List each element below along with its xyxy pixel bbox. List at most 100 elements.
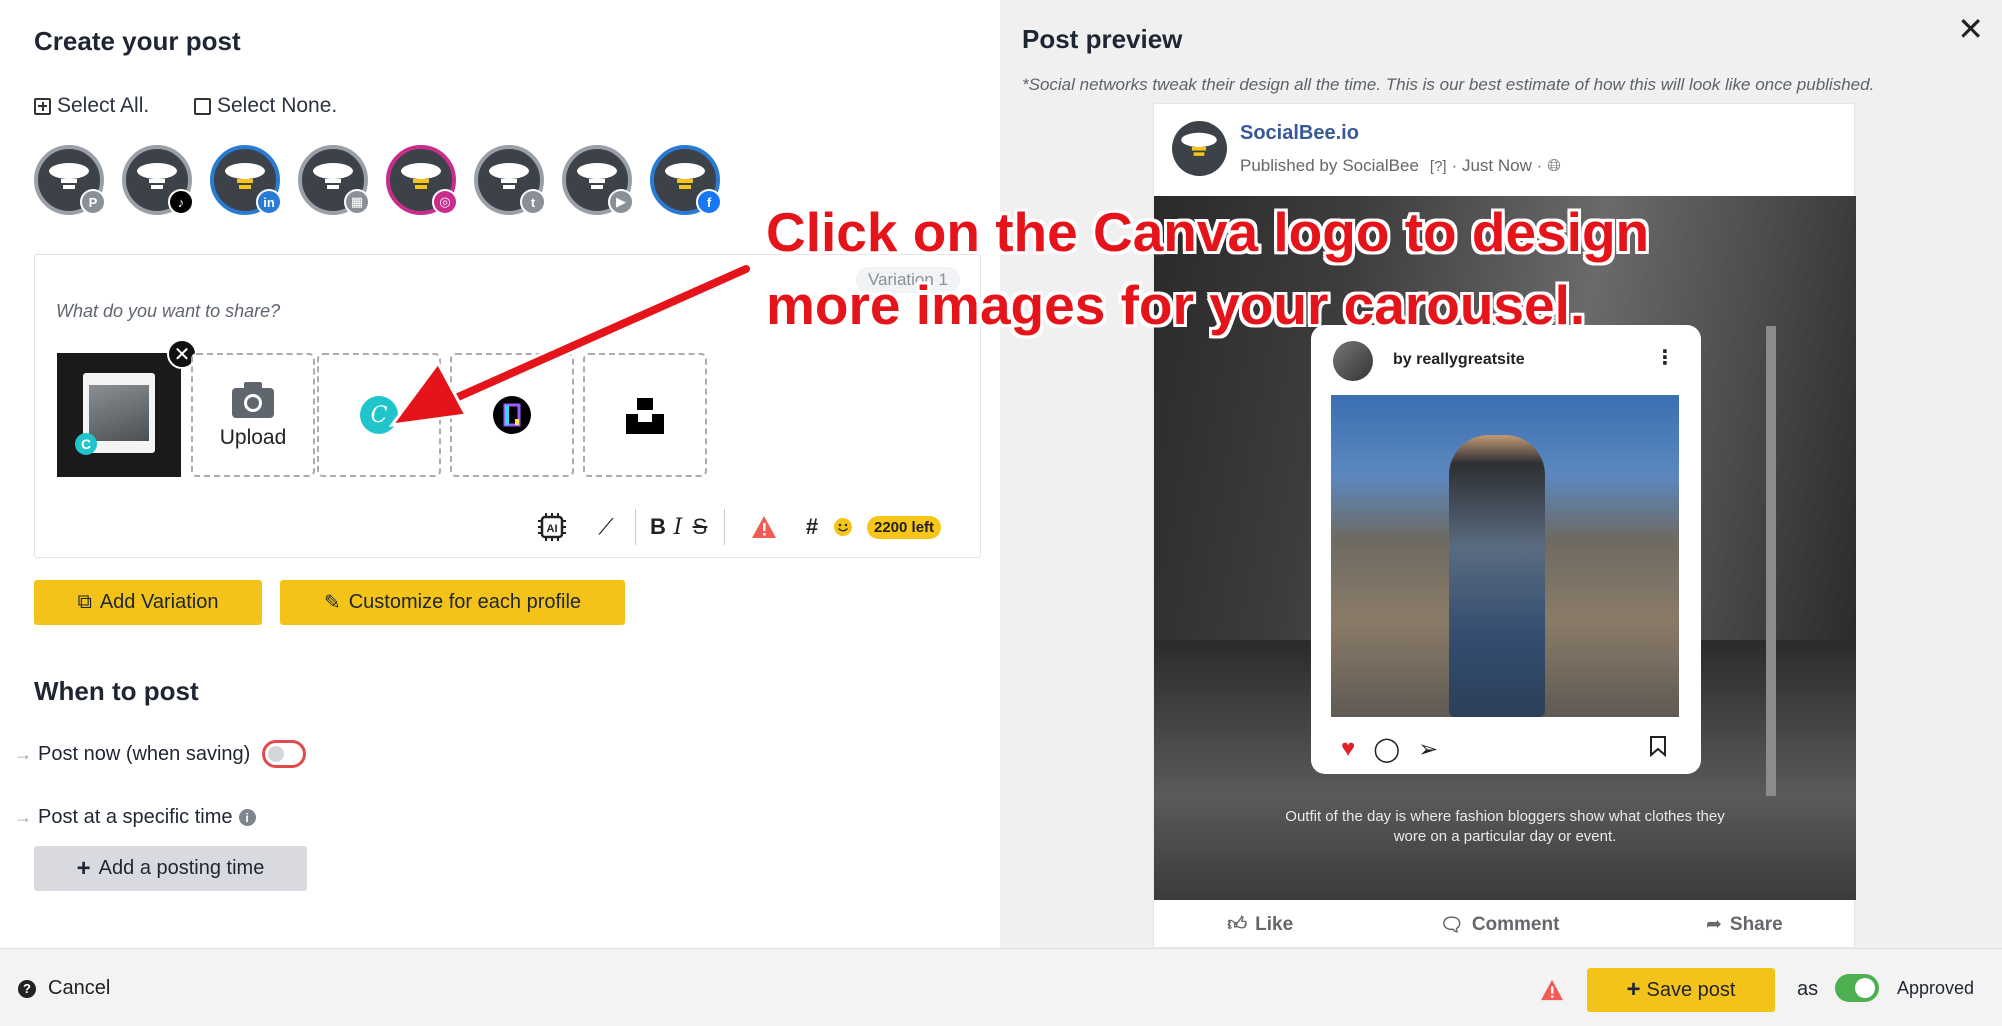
- svg-text:AI: AI: [547, 523, 558, 535]
- profile-tiktok[interactable]: ♪: [122, 145, 194, 215]
- profile-instagram[interactable]: ◎: [386, 145, 458, 215]
- profile-linkedin[interactable]: in: [210, 145, 282, 215]
- arrow-right-icon: →: [14, 743, 32, 764]
- thumbnail-photo: [89, 385, 149, 441]
- share-icon: ➦: [1705, 914, 1722, 935]
- profile-twitter[interactable]: t: [474, 145, 546, 215]
- profile-facebook[interactable]: f: [650, 145, 722, 215]
- info-icon[interactable]: i: [238, 809, 256, 826]
- toolbar-divider: [724, 509, 725, 545]
- ig-photo: [1331, 395, 1679, 717]
- post-text-input[interactable]: What do you want to share?: [56, 301, 280, 322]
- profile-google-business[interactable]: ▦: [298, 145, 370, 215]
- arrow-right-icon: →: [14, 807, 32, 827]
- customize-label: Customize for each profile: [348, 591, 582, 613]
- post-now-toggle[interactable]: [262, 740, 307, 768]
- bookmark-icon: [1649, 735, 1667, 763]
- pencil-icon: ✎: [323, 592, 341, 614]
- instagram-mockup-card: by reallygreatsite ⋮ ♥ ◯ ➢: [1311, 325, 1701, 774]
- magic-wand-icon[interactable]: ⟋: [589, 507, 623, 547]
- globe-icon: 🌐︎: [1547, 156, 1561, 175]
- preview-title: Post preview: [1022, 24, 1183, 54]
- add-variation-button[interactable]: ⧉ Add Variation: [34, 580, 262, 625]
- add-posting-time-label: Add a posting time: [98, 857, 265, 879]
- upload-label: Upload: [219, 426, 287, 449]
- publisher-name: SocialBee: [1342, 156, 1419, 175]
- cancel-button[interactable]: ? Cancel: [18, 977, 110, 1000]
- post-now-label: Post now (when saving): [38, 742, 251, 765]
- comment-icon: 🗨︎: [1439, 914, 1464, 936]
- page-avatar: [1172, 121, 1227, 176]
- select-none-label: Select None.: [217, 94, 338, 117]
- close-icon[interactable]: ✕: [1957, 10, 1984, 48]
- add-posting-time-button[interactable]: + Add a posting time: [34, 846, 307, 891]
- plus-icon: +: [76, 854, 91, 882]
- as-label: as: [1797, 978, 1819, 1000]
- pinterest-icon: P: [80, 189, 106, 215]
- facebook-icon: f: [696, 189, 722, 215]
- select-all-label: Select All.: [57, 94, 150, 117]
- image-lamp-pole: [1766, 326, 1776, 796]
- page-name[interactable]: SocialBee.io: [1240, 122, 1359, 145]
- facebook-action-bar: 👍︎ Like 🗨︎ Comment ➦ Share: [1154, 900, 1856, 949]
- ig-action-icons: ♥ ◯ ➢: [1341, 735, 1438, 764]
- comment-bubble-icon: ◯: [1373, 736, 1401, 763]
- strikethrough-icon[interactable]: S: [688, 507, 712, 547]
- plus-icon: +: [1626, 976, 1641, 1003]
- heart-icon: ♥: [1341, 735, 1356, 762]
- post-specific-label: Post at a specific time: [38, 806, 233, 828]
- annotation-line-1: Click on the Canva logo to design: [766, 201, 1650, 263]
- character-count-badge: 2200 left: [867, 515, 942, 539]
- help-circle-icon: ?: [18, 979, 36, 998]
- thumbs-up-icon: 👍︎: [1227, 914, 1248, 935]
- toolbar-divider: [635, 509, 636, 545]
- when-to-post-title: When to post: [34, 676, 199, 706]
- editor-toolbar: AI ⟋ B I S # 2200 left: [535, 507, 942, 547]
- preview-panel: Post preview *Social networks tweak thei…: [1000, 0, 2002, 948]
- ig-avatar: [1333, 341, 1373, 381]
- canva-icon: C: [75, 433, 97, 455]
- cancel-label: Cancel: [48, 977, 111, 999]
- image-caption: Outfit of the day is where fashion blogg…: [1285, 808, 1725, 845]
- upload-button[interactable]: Upload: [191, 353, 315, 477]
- camera-icon: [232, 382, 274, 418]
- instagram-icon: ◎: [432, 189, 458, 215]
- tiktok-icon: ♪: [168, 189, 194, 215]
- like-label: Like: [1255, 913, 1294, 935]
- comment-button[interactable]: 🗨︎ Comment: [1440, 913, 1560, 937]
- select-none-button[interactable]: Select None.: [194, 94, 337, 118]
- ig-photo-person: [1449, 435, 1545, 717]
- like-button[interactable]: 👍︎ Like: [1227, 913, 1293, 936]
- select-all-button[interactable]: Select All.: [34, 94, 149, 118]
- twitter-icon: t: [520, 189, 546, 215]
- approved-toggle[interactable]: [1835, 974, 1879, 1002]
- published-by-label: Published by: [1240, 156, 1338, 175]
- warning-icon[interactable]: [747, 507, 781, 547]
- share-button[interactable]: ➦ Share: [1706, 913, 1783, 936]
- post-specific-row: → Post at a specific time i: [14, 806, 256, 829]
- emoji-icon[interactable]: [829, 507, 857, 547]
- help-link[interactable]: [?]: [1430, 158, 1447, 175]
- bee-logo-icon: [1181, 132, 1217, 156]
- profile-pinterest[interactable]: P: [34, 145, 106, 215]
- customize-button[interactable]: ✎ Customize for each profile: [280, 580, 625, 625]
- more-options-icon: ⋮: [1655, 347, 1675, 369]
- composer-panel: Create your post Select All. Select None…: [0, 0, 1000, 948]
- hashtag-icon[interactable]: #: [795, 507, 829, 547]
- save-post-button[interactable]: + Save post: [1587, 968, 1775, 1012]
- ai-icon[interactable]: AI: [535, 507, 569, 547]
- profile-youtube[interactable]: ▶: [562, 145, 634, 215]
- preview-disclaimer: *Social networks tweak their design all …: [1022, 75, 1875, 94]
- post-now-row: → Post now (when saving): [14, 740, 307, 768]
- italic-icon[interactable]: I: [668, 507, 688, 547]
- footer-bar: ? Cancel + Save post as Approved: [0, 948, 2002, 1026]
- share-label: Share: [1729, 913, 1783, 935]
- media-thumbnail[interactable]: C: [57, 353, 181, 477]
- bold-icon[interactable]: B: [648, 507, 668, 547]
- warning-icon[interactable]: [1540, 979, 1564, 1006]
- annotation-line-2: more images for your carousel.: [766, 274, 1586, 336]
- save-post-label: Save post: [1646, 978, 1736, 1001]
- post-time: · Just Now ·: [1451, 156, 1543, 175]
- empty-square-icon: [194, 97, 211, 115]
- linkedin-icon: in: [256, 189, 282, 215]
